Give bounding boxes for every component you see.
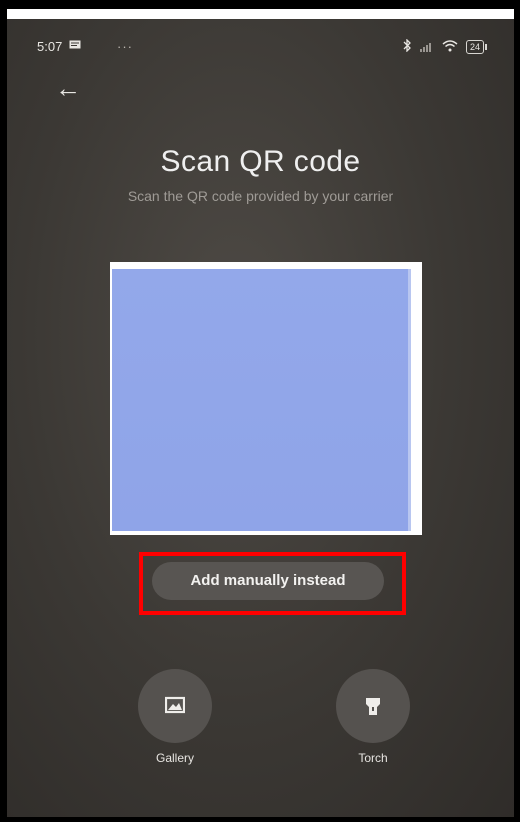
signal-icon (419, 40, 434, 55)
status-time: 5:07 (37, 39, 63, 54)
gallery-button[interactable]: Gallery (130, 669, 220, 765)
add-manually-button[interactable]: Add manually instead (152, 562, 384, 600)
gallery-button-circle[interactable] (138, 669, 212, 743)
torch-button-circle[interactable] (336, 669, 410, 743)
status-bar: 5:07 ··· 24 (37, 38, 488, 59)
status-time-group: 5:07 (37, 39, 81, 54)
bluetooth-icon (403, 38, 412, 55)
torch-label: Torch (358, 751, 388, 765)
top-white-strip (7, 9, 514, 19)
gallery-label: Gallery (155, 751, 194, 765)
camera-viewfinder (110, 262, 422, 535)
battery-icon: 24 (465, 40, 488, 54)
page-subtitle: Scan the QR code provided by your carrie… (127, 188, 394, 204)
more-notifications-dots: ··· (117, 39, 133, 54)
status-icons: 24 (403, 38, 488, 55)
message-icon (69, 39, 81, 54)
torch-button[interactable]: Torch (328, 669, 418, 765)
viewfinder-preview (112, 269, 411, 531)
back-arrow-icon[interactable]: ← (55, 75, 81, 101)
page-title: Scan QR code (160, 145, 361, 178)
phone-screen: 5:07 ··· 24 ← Scan QR code Scan the QR c… (7, 9, 514, 817)
wifi-icon (442, 39, 458, 55)
